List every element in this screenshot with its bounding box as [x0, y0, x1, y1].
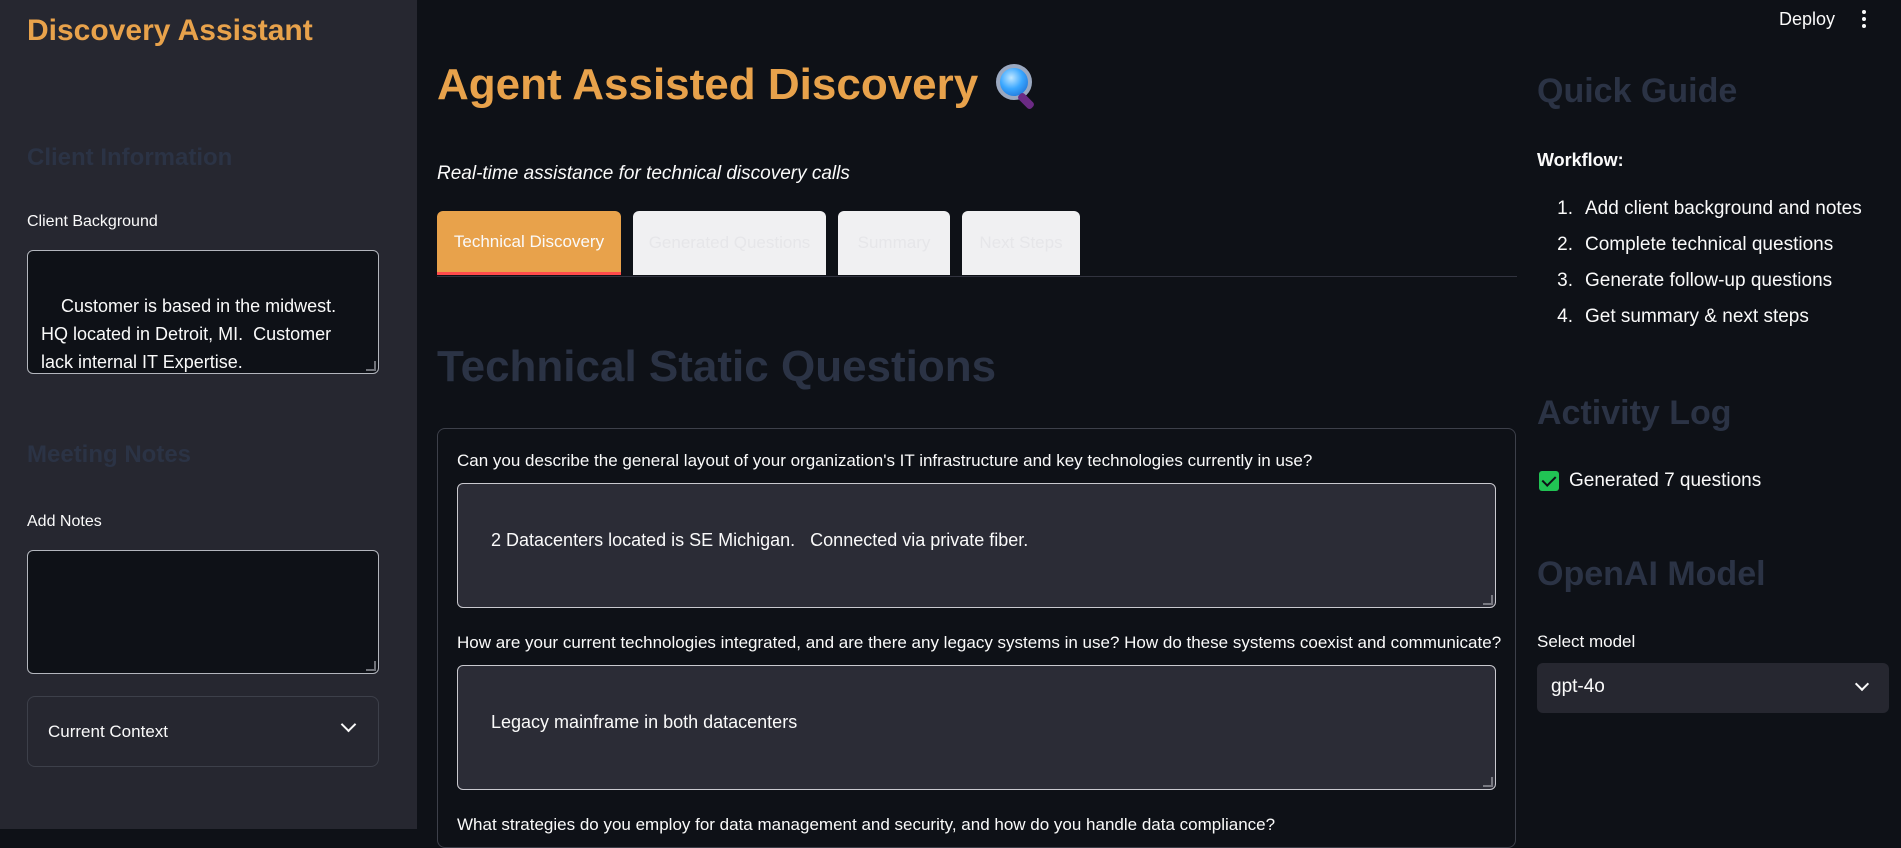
activity-log-heading: Activity Log — [1537, 394, 1732, 432]
resize-grip-icon[interactable] — [1483, 777, 1493, 787]
add-notes-textarea[interactable] — [27, 550, 379, 674]
current-context-label: Current Context — [48, 722, 168, 741]
questions-form: Can you describe the general layout of y… — [437, 428, 1516, 848]
workflow-label: Workflow: — [1537, 150, 1624, 170]
resize-grip-icon[interactable] — [1483, 595, 1493, 605]
chevron-down-icon — [1854, 676, 1870, 692]
sidebar: Discovery Assistant Client Information C… — [0, 0, 417, 829]
tab-generated-questions[interactable]: Generated Questions — [633, 211, 826, 275]
quick-guide-heading: Quick Guide — [1537, 72, 1738, 110]
question-label: How are your current technologies integr… — [457, 633, 1502, 652]
app-title: Discovery Assistant — [27, 14, 313, 47]
page-title: Agent Assisted Discovery — [437, 60, 1038, 111]
workflow-list: 1. Add client background and notes 2. Comp… — [1537, 198, 1862, 342]
model-select[interactable]: gpt-4o — [1537, 663, 1889, 713]
add-notes-label: Add Notes — [27, 513, 102, 530]
model-select-value: gpt-4o — [1551, 676, 1605, 697]
chevron-down-icon — [340, 716, 357, 733]
client-background-text: Customer is based in the midwest. HQ loc… — [41, 296, 347, 372]
page-subtitle: Real-time assistance for technical disco… — [437, 163, 850, 184]
answer-textarea[interactable]: 2 Datacenters located is SE Michigan. Co… — [457, 483, 1496, 608]
section-heading: Technical Static Questions — [437, 342, 997, 391]
client-information-heading: Client Information — [27, 144, 233, 171]
deploy-button[interactable]: Deploy — [1779, 9, 1835, 30]
magnifying-glass-icon — [992, 62, 1038, 111]
list-item: 4. Get summary & next steps — [1557, 306, 1809, 327]
meeting-notes-heading: Meeting Notes — [27, 441, 192, 468]
answer-textarea[interactable]: Legacy mainframe in both datacenters — [457, 665, 1496, 790]
question-label: Can you describe the general layout of y… — [457, 451, 1313, 470]
question-label: What strategies do you employ for data m… — [457, 815, 1276, 834]
page-title-text: Agent Assisted Discovery — [437, 60, 979, 109]
tab-summary[interactable]: Summary — [838, 211, 950, 275]
resize-grip-icon[interactable] — [366, 361, 376, 371]
answer-text: 2 Datacenters located is SE Michigan. Co… — [491, 530, 1029, 550]
openai-model-heading: OpenAI Model — [1537, 555, 1766, 593]
activity-text: Generated 7 questions — [1569, 470, 1762, 491]
tab-technical-discovery[interactable]: Technical Discovery — [437, 211, 621, 275]
list-item: 2. Complete technical questions — [1557, 234, 1834, 255]
tab-bar: Technical Discovery Generated Questions … — [437, 211, 1517, 277]
main-menu-icon[interactable] — [1862, 10, 1866, 30]
client-background-textarea[interactable]: Customer is based in the midwest. HQ loc… — [27, 250, 379, 374]
resize-grip-icon[interactable] — [366, 661, 376, 671]
answer-text: Legacy mainframe in both datacenters — [491, 712, 798, 732]
select-model-label: Select model — [1537, 632, 1636, 651]
tab-next-steps[interactable]: Next Steps — [962, 211, 1080, 275]
current-context-expander[interactable]: Current Context — [27, 696, 379, 767]
checkbox-checked-icon — [1539, 471, 1559, 491]
list-item: 1. Add client background and notes — [1557, 198, 1862, 219]
activity-item: Generated 7 questions — [1539, 470, 1761, 492]
list-item: 3. Generate follow-up questions — [1557, 270, 1833, 291]
client-background-label: Client Background — [27, 213, 158, 230]
